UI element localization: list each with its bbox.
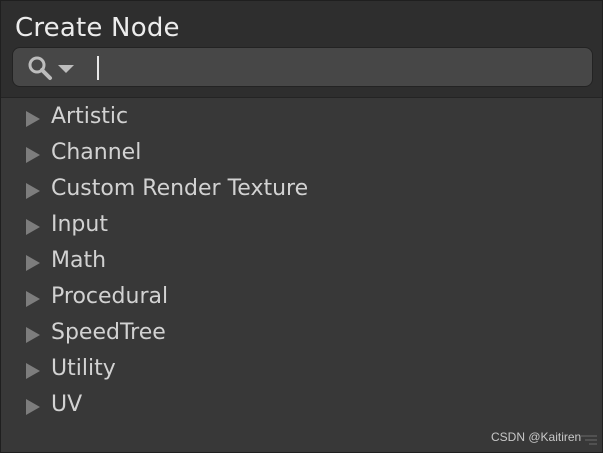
tree-item-channel[interactable]: Channel [1, 137, 602, 173]
tree-item-custom-render-texture[interactable]: Custom Render Texture [1, 173, 602, 209]
tree-item-uv[interactable]: UV [1, 389, 602, 425]
tree-item-procedural[interactable]: Procedural [1, 281, 602, 317]
search-input[interactable] [83, 52, 587, 84]
tree-item-label: Math [51, 248, 107, 273]
tree-item-label: Channel [51, 140, 142, 165]
window-title: Create Node [15, 13, 180, 43]
tree-item-label: Utility [51, 356, 116, 381]
tree-item-label: UV [51, 392, 83, 417]
tree-item-label: Artistic [51, 104, 129, 129]
triangle-right-icon[interactable] [26, 183, 40, 199]
chevron-down-icon[interactable] [57, 60, 75, 79]
tree-item-label: SpeedTree [51, 320, 166, 345]
tree-item-artistic[interactable]: Artistic [1, 101, 602, 137]
tree-item-label: Procedural [51, 284, 169, 309]
triangle-right-icon[interactable] [26, 327, 40, 343]
search-field[interactable] [12, 47, 593, 87]
triangle-right-icon[interactable] [26, 219, 40, 235]
tree-item-utility[interactable]: Utility [1, 353, 602, 389]
tree-item-label: Custom Render Texture [51, 176, 309, 201]
triangle-right-icon[interactable] [26, 291, 40, 307]
window-header: Create Node [1, 1, 602, 98]
tree-item-input[interactable]: Input [1, 209, 602, 245]
tree-item-label: Input [51, 212, 108, 237]
search-icon[interactable] [27, 55, 53, 85]
triangle-right-icon[interactable] [26, 111, 40, 127]
triangle-right-icon[interactable] [26, 399, 40, 415]
triangle-right-icon[interactable] [26, 147, 40, 163]
triangle-right-icon[interactable] [26, 255, 40, 271]
tree-item-math[interactable]: Math [1, 245, 602, 281]
triangle-right-icon[interactable] [26, 363, 40, 379]
resize-grip-icon[interactable] [579, 431, 599, 450]
watermark-text: CSDN @Kaitiren [491, 430, 582, 444]
tree-item-speedtree[interactable]: SpeedTree [1, 317, 602, 353]
create-node-window: Create Node Artistic Channel Custom Rend… [0, 0, 603, 453]
